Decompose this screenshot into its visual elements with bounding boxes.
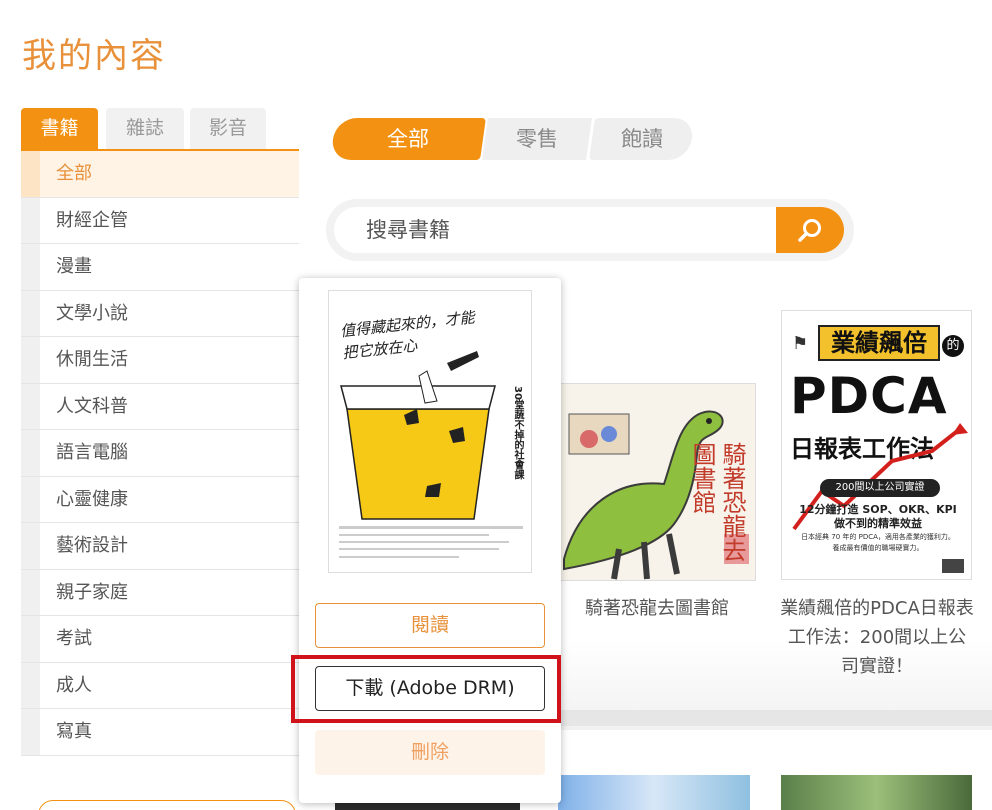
pdca-line2: 做不到的精準效益 <box>834 517 922 530</box>
category-item-literature[interactable]: 文學小說 <box>21 290 299 337</box>
content-type-tabs: 書籍 雜誌 影音 <box>21 108 299 150</box>
page-title: 我的內容 <box>22 36 166 76</box>
tab-magazines[interactable]: 雜誌 <box>106 108 184 150</box>
pdca-line4: 養成最有價值的職場硬實力。 <box>832 544 924 552</box>
search-bar <box>326 199 854 261</box>
purchase-tab-retail-label: 零售 <box>516 127 558 151</box>
book-action-popup: 值得藏起來的，才能把它放在心 30堂蔬不掉的社會課 閱讀 下載 (Adobe D… <box>291 278 561 803</box>
read-button[interactable]: 閱讀 <box>315 603 545 648</box>
pdca-line3: 日本經典 70 年的 PDCA，適用各產業的獲利力。 <box>801 533 955 541</box>
book-cover-dinosaur-title: 騎著恐龍去圖書館 <box>688 442 746 562</box>
pdca-headline-of: 的 <box>942 335 964 357</box>
category-item-all[interactable]: 全部 <box>21 151 299 198</box>
search-button[interactable] <box>776 207 844 253</box>
purchase-tab-subscription-label: 飽讀 <box>621 127 663 151</box>
purchase-tab-all[interactable]: 全部 <box>330 118 486 160</box>
bottom-outline-button[interactable] <box>38 800 296 810</box>
book-cover-dinosaur[interactable]: 騎著恐龍去圖書館 <box>558 383 756 581</box>
category-item-leisure[interactable]: 休閒生活 <box>21 337 299 384</box>
popup-book-cover: 值得藏起來的，才能把它放在心 30堂蔬不掉的社會課 <box>328 290 532 573</box>
book-title-pdca[interactable]: 業績飆倍的PDCA日報表工作法：200間以上公司實證！ <box>779 594 975 681</box>
category-item-photo[interactable]: 寫真 <box>21 709 299 756</box>
tab-books[interactable]: 書籍 <box>21 108 98 150</box>
purchase-tab-all-label: 全部 <box>387 127 429 151</box>
book-cover-bottom-2[interactable] <box>558 775 750 810</box>
popup-cover-illustration <box>339 351 523 558</box>
purchase-tab-retail[interactable]: 零售 <box>482 118 592 160</box>
category-item-humanities[interactable]: 人文科普 <box>21 383 299 430</box>
category-item-art-design[interactable]: 藝術設計 <box>21 523 299 570</box>
pdca-publisher-logo <box>942 559 964 573</box>
search-input[interactable] <box>334 207 778 253</box>
download-button[interactable]: 下載 (Adobe DRM) <box>315 666 545 711</box>
category-item-comics[interactable]: 漫畫 <box>21 244 299 291</box>
category-list: 全部 財經企管 漫畫 文學小說 休閒生活 人文科普 語言電腦 心靈健康 藝術設計… <box>21 151 299 756</box>
category-item-exam[interactable]: 考試 <box>21 616 299 663</box>
tab-media[interactable]: 影音 <box>190 108 266 150</box>
magnifier-icon <box>798 219 821 242</box>
pdca-big: PDCA <box>790 367 948 425</box>
book-cover-bottom-3[interactable] <box>781 775 972 810</box>
pdca-badge: 200間以上公司實證 <box>820 479 940 497</box>
pdca-headline: 業績飆倍 <box>818 325 940 361</box>
category-item-finance[interactable]: 財經企管 <box>21 197 299 244</box>
pdca-flag-icon: ⚑ <box>792 333 809 354</box>
book-title-dinosaur[interactable]: 騎著恐龍去圖書館 <box>560 594 754 623</box>
category-item-mind-health[interactable]: 心靈健康 <box>21 476 299 523</box>
category-item-adult[interactable]: 成人 <box>21 662 299 709</box>
purchase-tab-subscription[interactable]: 飽讀 <box>589 118 695 160</box>
book-cover-pdca[interactable]: ⚑ 業績飆倍 的 PDCA 日報表工作法 200間以上公司實證 12分鐘打造 S… <box>781 310 972 580</box>
delete-button[interactable]: 刪除 <box>315 730 545 775</box>
category-item-family[interactable]: 親子家庭 <box>21 569 299 616</box>
category-item-language-computer[interactable]: 語言電腦 <box>21 430 299 477</box>
